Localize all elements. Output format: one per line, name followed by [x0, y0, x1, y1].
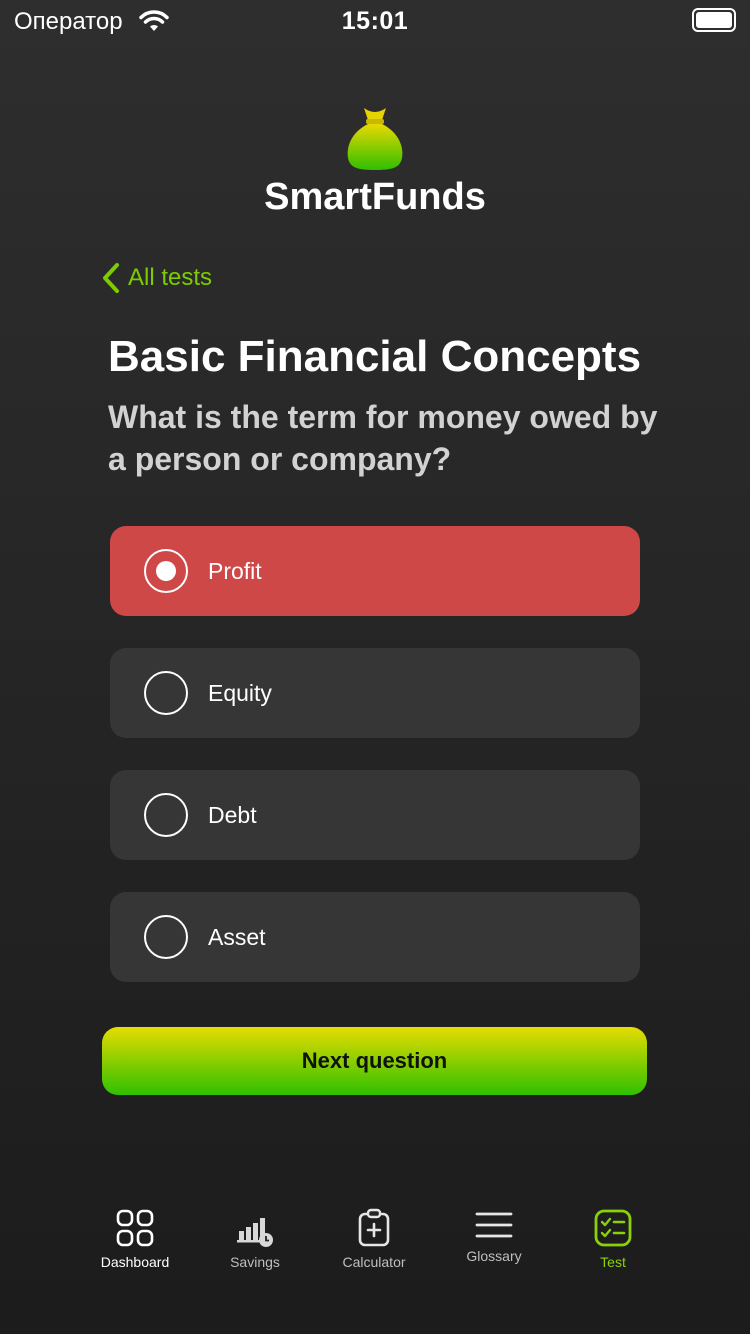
radio-button[interactable] — [144, 915, 188, 959]
test-title: Basic Financial Concepts — [108, 332, 642, 381]
tab-label: Calculator — [342, 1254, 406, 1270]
checklist-icon — [594, 1209, 632, 1247]
tab-test[interactable]: Test — [553, 1198, 673, 1270]
back-link-label: All tests — [128, 264, 213, 291]
tab-calculator[interactable]: Calculator — [314, 1198, 434, 1270]
radio-button[interactable] — [144, 793, 188, 837]
answer-option-equity[interactable]: Equity — [110, 648, 640, 738]
clipboard-plus-icon — [358, 1208, 390, 1247]
battery-icon — [692, 8, 736, 32]
answer-option-asset[interactable]: Asset — [110, 892, 640, 982]
quiz-screen: Оператор 15:01 SmartFunds All tests Basi… — [0, 0, 750, 1334]
tab-savings[interactable]: Savings — [195, 1198, 315, 1270]
status-time: 15:01 — [341, 7, 409, 35]
bottom-tab-bar: Dashboard Savings Calculator Glossary Te… — [0, 1198, 750, 1298]
tab-label: Savings — [230, 1254, 280, 1270]
next-question-button[interactable]: Next question — [102, 1027, 647, 1095]
option-label: Equity — [208, 679, 272, 706]
question-text: What is the term for money owed by a per… — [108, 399, 658, 477]
tab-label: Glossary — [466, 1248, 522, 1264]
tab-dashboard[interactable]: Dashboard — [75, 1198, 195, 1270]
back-to-all-tests-link[interactable]: All tests — [100, 262, 212, 294]
radio-dot — [156, 561, 176, 581]
money-bag-icon — [347, 108, 403, 170]
answer-options: Profit Equity Debt Asset — [110, 526, 640, 1014]
grid-icon — [116, 1209, 154, 1247]
radio-button[interactable] — [144, 671, 188, 715]
option-label: Debt — [208, 801, 257, 828]
answer-option-debt[interactable]: Debt — [110, 770, 640, 860]
app-title: SmartFunds — [264, 176, 486, 218]
menu-lines-icon — [475, 1212, 513, 1238]
radio-button[interactable] — [144, 549, 188, 593]
bar-chart-clock-icon — [237, 1218, 273, 1247]
status-bar: Оператор 15:01 — [0, 0, 750, 44]
chevron-left-icon — [103, 263, 119, 293]
tab-label: Dashboard — [100, 1254, 170, 1270]
tab-label: Test — [600, 1254, 626, 1270]
option-label: Profit — [208, 557, 262, 584]
tab-glossary[interactable]: Glossary — [434, 1198, 554, 1264]
option-label: Asset — [208, 923, 266, 950]
answer-option-profit[interactable]: Profit — [110, 526, 640, 616]
